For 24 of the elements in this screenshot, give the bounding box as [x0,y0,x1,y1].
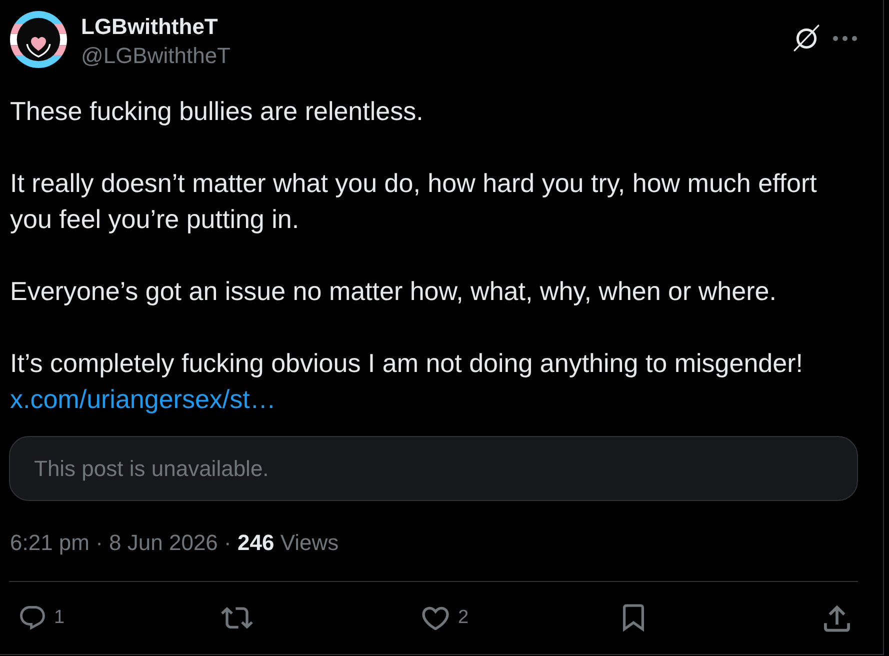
timestamp-link[interactable]: 6:21 pm · 8 Jun 2026 [10,530,218,555]
share-icon [824,604,850,632]
bookmark-icon [623,604,644,632]
slashed-circle-icon[interactable] [793,24,820,52]
repost-button[interactable] [221,606,253,630]
avatar-icon[interactable] [10,11,67,68]
repost-arrows-icon [221,606,253,630]
unavailable-notice: This post is unavailable. [34,455,269,483]
speech-bubble-icon [20,606,45,630]
post-paragraph: It’s completely fucking obvious I am not doing anything to misgender! [10,347,804,380]
display-name[interactable]: LGBwiththeT [81,15,230,39]
reply-button[interactable]: 1 [20,604,65,632]
view-count-text: 246 Views [238,530,339,555]
post-paragraph: It really doesn’t matter what you do, how hard you try, how much effort you feel you’re putting in. [10,167,818,236]
post-link[interactable]: x.com/uriangersex/st… [10,384,276,414]
more-icon[interactable] [833,36,857,40]
post-paragraph: These fucking bullies are relentless. [10,95,424,128]
separator-dot: · [224,530,232,555]
heart-icon [422,606,449,630]
share-button[interactable] [824,604,850,632]
like-button[interactable]: 2 [422,604,469,632]
user-handle[interactable]: @LGBwiththeT [81,44,230,68]
post-paragraph: Everyone’s got an issue no matter how, what, why, when or where. [10,275,778,308]
bookmark-button[interactable] [623,604,644,632]
